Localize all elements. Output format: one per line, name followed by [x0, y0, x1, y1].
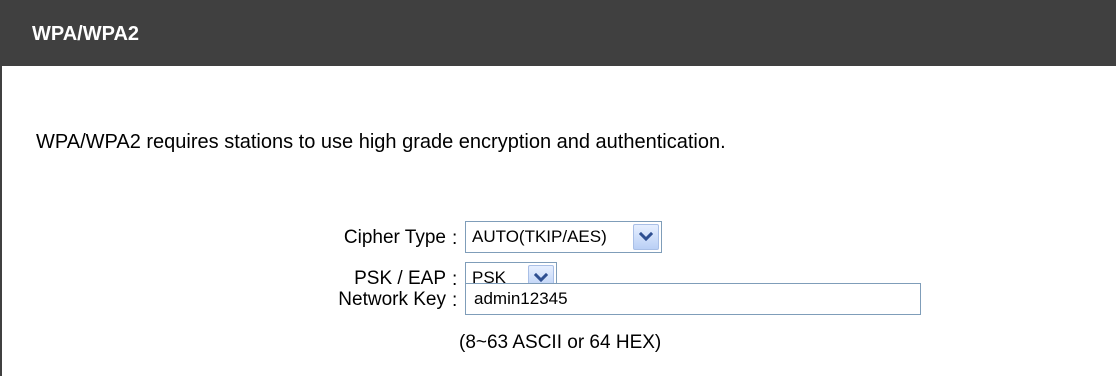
network-key-label: Network Key — [338, 289, 446, 310]
network-key-row: Network Key : — [2, 281, 1116, 317]
network-key-hint: (8~63 ASCII or 64 HEX) — [459, 332, 662, 353]
cipher-type-dropdown-button[interactable] — [633, 224, 659, 250]
chevron-down-icon — [639, 232, 653, 242]
panel-header: WPA/WPA2 — [2, 0, 1116, 66]
network-key-separator: : — [452, 290, 458, 311]
section-description: WPA/WPA2 requires stations to use high g… — [36, 131, 726, 153]
cipher-type-separator: : — [452, 228, 458, 249]
cipher-type-select[interactable]: AUTO(TKIP/AES) — [465, 221, 662, 253]
wpa-settings-panel: WPA/WPA2 WPA/WPA2 requires stations to u… — [0, 0, 1116, 376]
panel-title: WPA/WPA2 — [32, 23, 140, 45]
cipher-type-label: Cipher Type — [343, 227, 446, 248]
cipher-type-row: Cipher Type : AUTO(TKIP/AES) — [2, 219, 1116, 255]
cipher-type-selected-value: AUTO(TKIP/AES) — [472, 227, 607, 246]
network-key-input[interactable] — [465, 283, 921, 315]
